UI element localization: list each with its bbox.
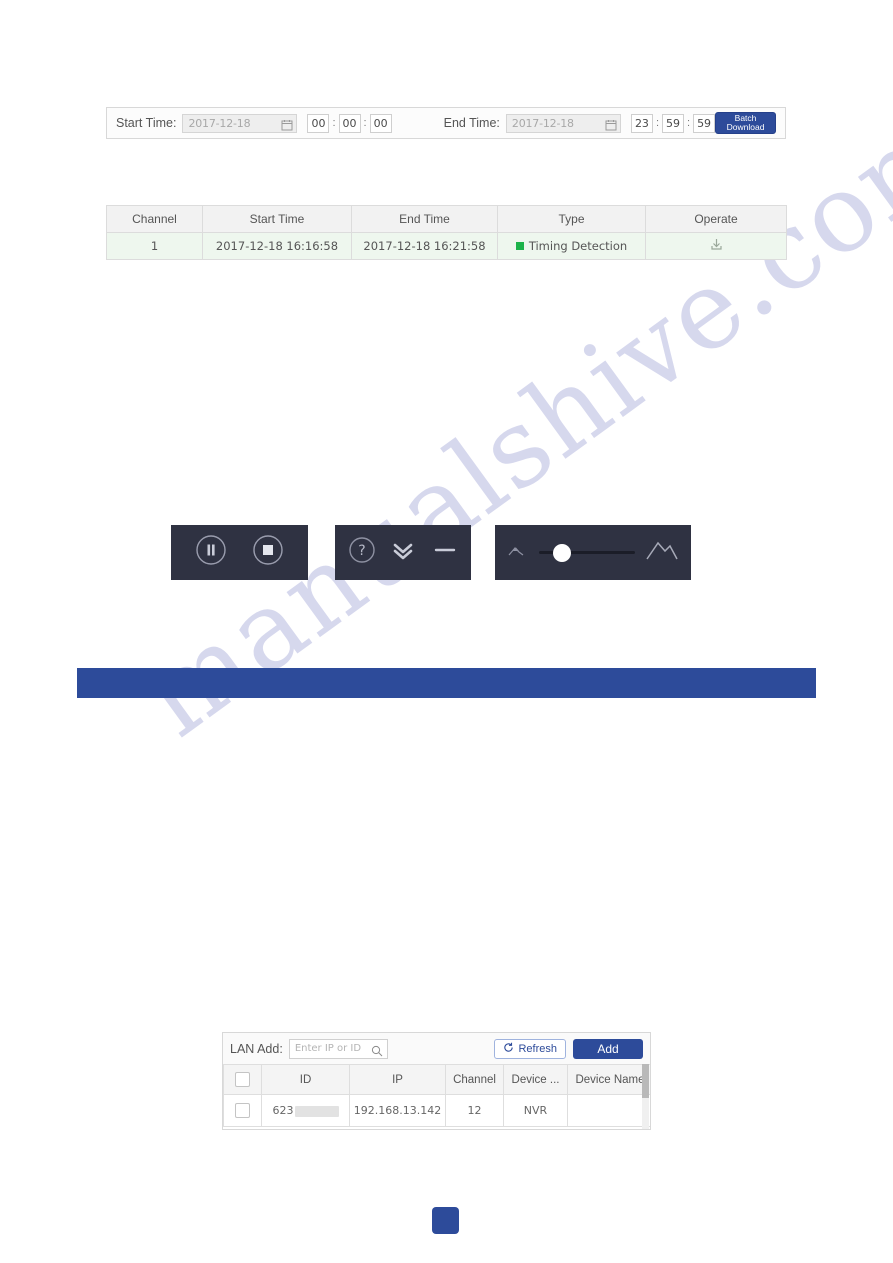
column-header-device-name: Device Name <box>567 1064 650 1095</box>
column-header-end-time: End Time <box>351 205 498 233</box>
column-header-start-time: Start Time <box>202 205 352 233</box>
minimize-icon[interactable] <box>430 535 460 570</box>
cell-type: Timing Detection <box>497 232 646 260</box>
large-image-icon[interactable] <box>645 537 679 568</box>
column-header-channel: Channel <box>445 1064 504 1095</box>
batch-download-button[interactable]: Batch Download <box>715 112 776 134</box>
cell-end-time: 2017-12-18 16:21:58 <box>351 232 498 260</box>
column-header-operate: Operate <box>645 205 787 233</box>
search-input[interactable]: Enter IP or ID <box>288 1038 388 1062</box>
time-separator: : <box>363 117 367 129</box>
lan-add-panel: LAN Add: Enter IP or ID Refresh Add ID I… <box>222 1032 651 1130</box>
column-header-device-type: Device ... <box>503 1064 568 1095</box>
help-icon[interactable]: ? <box>347 535 377 570</box>
window-controls-panel: ? <box>335 525 471 580</box>
end-time-label: End Time: <box>443 116 500 130</box>
calendar-icon[interactable] <box>281 118 293 130</box>
cell-row-select[interactable] <box>223 1094 262 1127</box>
cell-device-name <box>567 1094 650 1127</box>
table-row[interactable]: 1 2017-12-18 16:16:58 2017-12-18 16:21:5… <box>106 232 787 260</box>
end-date-value: 2017-12-18 <box>511 116 574 130</box>
cell-channel: 1 <box>106 232 203 260</box>
table-scrollbar[interactable] <box>642 1064 649 1129</box>
start-date-value: 2017-12-18 <box>188 116 251 130</box>
cell-device-ip: 192.168.13.142 <box>349 1094 446 1127</box>
end-second-input[interactable]: 59 <box>693 113 716 133</box>
pause-icon[interactable] <box>194 533 228 572</box>
start-minute-input[interactable]: 00 <box>338 113 361 133</box>
start-second-input[interactable]: 00 <box>369 113 392 133</box>
playback-controls-panel <box>171 525 308 580</box>
time-separator: : <box>655 117 659 129</box>
add-button[interactable]: Add <box>573 1038 643 1059</box>
column-header-id: ID <box>261 1064 350 1095</box>
calendar-icon[interactable] <box>605 118 617 130</box>
table-header-row: Channel Start Time End Time Type Operate <box>106 205 787 233</box>
lan-add-toolbar: LAN Add: Enter IP or ID Refresh Add <box>223 1033 650 1064</box>
cell-device-type: NVR <box>503 1094 568 1127</box>
search-icon[interactable] <box>371 1044 383 1062</box>
page-number-badge[interactable] <box>432 1207 459 1234</box>
time-separator: : <box>687 117 691 129</box>
start-date-input[interactable]: 2017-12-18 <box>182 113 298 133</box>
stop-icon[interactable] <box>251 533 285 572</box>
recording-results-table: Channel Start Time End Time Type Operate… <box>106 205 787 260</box>
end-hour-input[interactable]: 23 <box>630 113 653 133</box>
small-image-icon[interactable] <box>507 541 529 564</box>
row-checkbox[interactable] <box>235 1103 250 1118</box>
svg-text:?: ? <box>358 543 365 559</box>
cell-type-label: Timing Detection <box>528 239 628 253</box>
column-header-channel: Channel <box>106 205 203 233</box>
table-row[interactable]: 623 192.168.13.142 12 NVR <box>223 1094 650 1127</box>
lan-add-label: LAN Add: <box>230 1041 283 1056</box>
end-minute-input[interactable]: 59 <box>662 113 684 133</box>
end-time-spinners: 23 : 59 : 59 <box>630 113 716 133</box>
start-time-label: Start Time: <box>116 116 177 130</box>
refresh-label: Refresh <box>518 1042 557 1055</box>
zoom-slider-track[interactable] <box>539 543 635 562</box>
zoom-slider-panel <box>495 525 691 580</box>
type-color-swatch <box>515 242 524 250</box>
column-header-ip: IP <box>349 1064 446 1095</box>
refresh-icon <box>503 1042 514 1056</box>
batch-download-label-line2: Download <box>726 122 765 132</box>
table-header-row: ID IP Channel Device ... Device Name <box>223 1064 650 1095</box>
section-separator-bar <box>77 668 816 698</box>
cell-device-channel: 12 <box>445 1094 504 1127</box>
zoom-slider-thumb[interactable] <box>553 543 572 562</box>
cell-device-id: 623 <box>261 1094 350 1127</box>
redacted-mask <box>294 1105 339 1117</box>
start-time-spinners: 00 : 00 : 00 <box>307 113 392 133</box>
end-date-input[interactable]: 2017-12-18 <box>505 113 621 133</box>
column-header-type: Type <box>497 205 646 233</box>
device-id-value: 623 <box>272 1104 294 1117</box>
double-chevron-down-icon[interactable] <box>388 535 418 570</box>
start-hour-input[interactable]: 00 <box>307 113 330 133</box>
watermark-text: manualshive.com <box>120 83 893 762</box>
cell-operate <box>645 232 787 260</box>
download-icon[interactable] <box>709 237 724 255</box>
refresh-button[interactable]: Refresh <box>494 1038 566 1059</box>
search-input-placeholder: Enter IP or ID <box>294 1043 362 1054</box>
lan-device-table: ID IP Channel Device ... Device Name 623… <box>223 1064 650 1127</box>
scrollbar-thumb[interactable] <box>642 1064 649 1098</box>
select-all-checkbox[interactable] <box>235 1072 250 1087</box>
cell-start-time: 2017-12-18 16:16:58 <box>202 232 352 260</box>
column-header-select-all[interactable] <box>223 1064 262 1095</box>
time-separator: : <box>332 117 336 129</box>
time-search-toolbar: Start Time: 2017-12-18 00 : 00 : 00 End … <box>106 107 786 139</box>
